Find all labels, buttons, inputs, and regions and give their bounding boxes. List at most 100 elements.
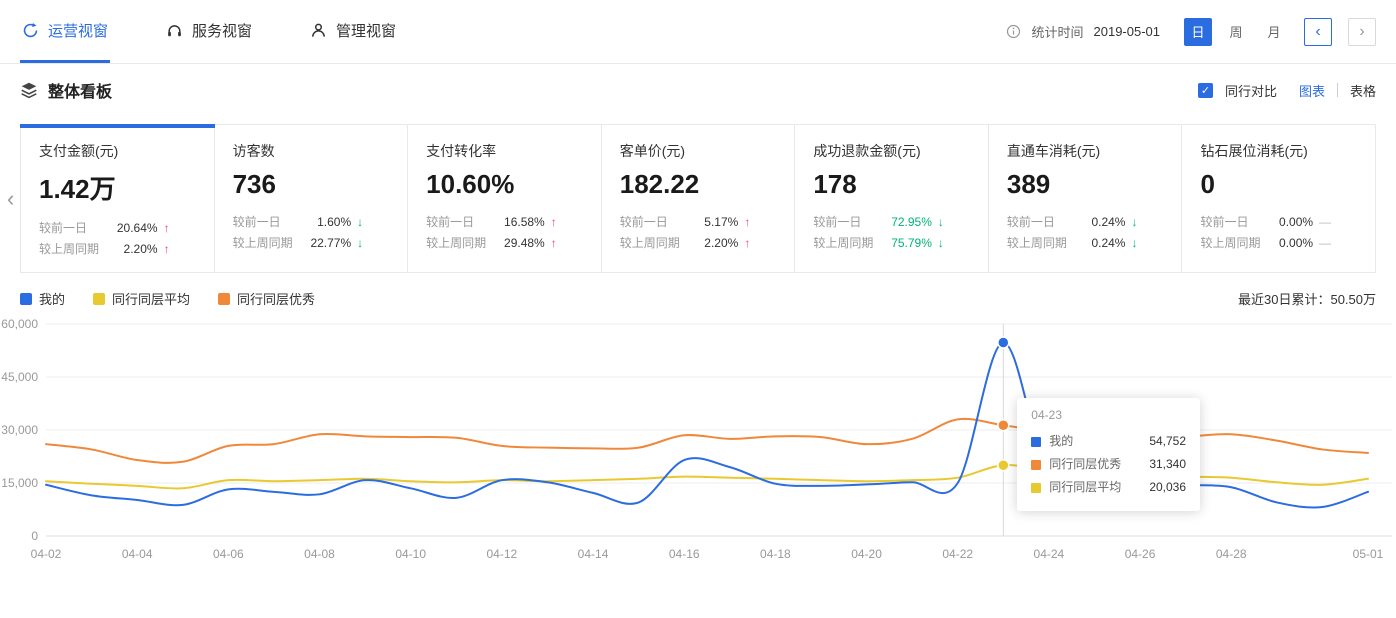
svg-text:04-08: 04-08: [304, 547, 335, 561]
trend-arrow-icon: —: [1319, 233, 1331, 254]
svg-text:0: 0: [31, 529, 38, 543]
kpi-title: 成功退款金额(元): [813, 141, 970, 161]
tab-label: 管理视窗: [336, 20, 396, 41]
trend-arrow-icon: —: [1319, 212, 1331, 233]
kpi-value: 182.22: [620, 169, 777, 200]
kpi-metric-row: 较上周同期 0.24%↓: [1007, 233, 1164, 254]
kpi-metric-row: 较上周同期 2.20%↑: [620, 233, 777, 254]
legend-item-peer-excellent[interactable]: 同行同层优秀: [218, 289, 315, 308]
svg-text:60,000: 60,000: [1, 317, 38, 331]
legend-label: 我的: [39, 289, 65, 308]
metric-value: 2.20%: [124, 239, 158, 260]
window-tabs: 运营视窗 服务视窗 管理视窗: [20, 0, 398, 63]
view-table-link[interactable]: 表格: [1350, 81, 1376, 100]
kpi-card-payment-conversion-rate[interactable]: 支付转化率 10.60% 较前一日 16.58%↑ 较上周同期 29.48%↑: [408, 125, 602, 272]
kpi-card-payment-amount[interactable]: 支付金额(元) 1.42万 较前一日 20.64% ↑ 较上周同期 2.20% ↑: [21, 125, 215, 272]
svg-text:04-04: 04-04: [122, 547, 153, 561]
metric-label: 较上周同期: [620, 233, 680, 254]
metric-value: 5.17%: [704, 212, 738, 233]
svg-text:04-12: 04-12: [487, 547, 518, 561]
kpi-card-avg-order-value[interactable]: 客单价(元) 182.22 较前一日 5.17% ↑ 较上周同期 2.20%↑: [602, 125, 796, 272]
svg-text:04-20: 04-20: [851, 547, 882, 561]
svg-text:45,000: 45,000: [1, 370, 38, 384]
trend-chart[interactable]: 015,00030,00045,00060,00004-0204-0404-06…: [0, 312, 1396, 566]
kpi-value: 389: [1007, 169, 1164, 200]
tab-management-window[interactable]: 管理视窗: [308, 0, 398, 63]
period-day-button[interactable]: 日: [1184, 18, 1212, 46]
svg-text:05-01: 05-01: [1353, 547, 1384, 561]
metric-value: 22.77%: [310, 233, 351, 254]
kpi-metric-row: 较前一日 0.24% ↓: [1007, 212, 1164, 233]
kpi-card-visitor-count[interactable]: 访客数 736 较前一日 1.60%↓ 较上周同期 22.77%↓: [215, 125, 409, 272]
kpi-title: 客单价(元): [620, 141, 777, 161]
legend-item-peer-average[interactable]: 同行同层平均: [93, 289, 190, 308]
series-swatch: [218, 293, 230, 305]
prev-date-button[interactable]: ‹: [1304, 18, 1332, 46]
svg-text:04-18: 04-18: [760, 547, 791, 561]
view-chart-link[interactable]: 图表: [1299, 81, 1325, 100]
trend-arrow-icon: ↓: [1131, 212, 1137, 233]
kpi-title: 直通车消耗(元): [1007, 141, 1164, 161]
kpi-card-refund-amount[interactable]: 成功退款金额(元) 178 较前一日 72.95%↓ 较上周同期 75.79%↓: [795, 125, 989, 272]
peer-compare-checkbox[interactable]: ✓: [1198, 83, 1213, 98]
metric-value: 0.24%: [1091, 212, 1125, 233]
kpi-card-diamond-booth-cost[interactable]: 钻石展位消耗(元) 0 较前一日 0.00%— 较上周同期 0.00%—: [1182, 125, 1375, 272]
trend-chart-canvas[interactable]: 015,00030,00045,00060,00004-0204-0404-06…: [0, 312, 1396, 566]
cards-scroll-prev-button[interactable]: ‹: [3, 184, 18, 214]
stat-time-label: 统计时间: [1031, 22, 1083, 41]
next-date-button[interactable]: ›: [1348, 18, 1376, 46]
info-icon[interactable]: [1006, 24, 1021, 39]
svg-text:30,000: 30,000: [1, 423, 38, 437]
kpi-metric-row: 较上周同期 22.77%↓: [233, 233, 390, 254]
kpi-metric-row: 较前一日 72.95%↓: [813, 212, 970, 233]
headset-icon: [166, 22, 183, 39]
metric-value: 72.95%: [891, 212, 932, 233]
metric-label: 较上周同期: [233, 233, 293, 254]
tab-service-window[interactable]: 服务视窗: [164, 0, 254, 63]
metric-label: 较前一日: [1007, 212, 1055, 233]
svg-text:04-24: 04-24: [1034, 547, 1065, 561]
kpi-metric-row: 较前一日 1.60%↓: [233, 212, 390, 233]
section-header: 整体看板 ✓ 同行对比 图表 表格: [0, 64, 1396, 116]
kpi-title: 支付金额(元): [39, 141, 196, 161]
trend-arrow-icon: ↑: [164, 218, 170, 239]
kpi-metric-row: 较前一日 0.00% —: [1200, 212, 1357, 233]
metric-label: 较前一日: [426, 212, 474, 233]
legend-item-mine[interactable]: 我的: [20, 289, 65, 308]
trend-arrow-icon: ↓: [357, 212, 363, 233]
svg-text:04-26: 04-26: [1125, 547, 1156, 561]
metric-value: 0.00%: [1279, 212, 1313, 233]
person-icon: [310, 22, 327, 39]
metric-label: 较上周同期: [426, 233, 486, 254]
metric-value: 1.60%: [317, 212, 351, 233]
peer-compare-label: 同行对比: [1225, 81, 1277, 100]
trend-arrow-icon: ↓: [938, 233, 944, 254]
kpi-card-through-train-cost[interactable]: 直通车消耗(元) 389 较前一日 0.24% ↓ 较上周同期 0.24%↓: [989, 125, 1183, 272]
metric-label: 较上周同期: [1200, 233, 1260, 254]
metric-label: 较上周同期: [39, 239, 99, 260]
kpi-cards-row: 支付金额(元) 1.42万 较前一日 20.64%↑ 较上周同期 2.20%↑ …: [20, 124, 1376, 273]
period-week-button[interactable]: 周: [1222, 18, 1250, 46]
trend-arrow-icon: ↑: [744, 233, 750, 254]
metric-label: 较上周同期: [813, 233, 873, 254]
series-swatch: [20, 293, 32, 305]
chart-legend: 我的 同行同层平均 同行同层优秀: [20, 289, 315, 308]
metric-label: 较前一日: [1200, 212, 1248, 233]
kpi-title: 支付转化率: [426, 141, 583, 161]
chart-legend-row: 我的 同行同层平均 同行同层优秀 最近30日累计：50.50万: [20, 289, 1376, 308]
kpi-metric-row: 较上周同期 75.79%↓: [813, 233, 970, 254]
metric-value: 20.64%: [117, 218, 158, 239]
metric-value: 0.00%: [1279, 233, 1313, 254]
trend-arrow-icon: ↓: [1131, 233, 1137, 254]
metric-label: 较前一日: [39, 218, 87, 239]
top-nav-bar: 运营视窗 服务视窗 管理视窗: [0, 0, 1396, 64]
kpi-value: 1.42万: [39, 169, 196, 206]
trend-arrow-icon: ↑: [551, 212, 557, 233]
trend-arrow-icon: ↑: [164, 239, 170, 260]
view-toggle-divider: [1337, 83, 1338, 97]
metric-value: 16.58%: [504, 212, 545, 233]
legend-label: 同行同层优秀: [237, 289, 315, 308]
period-month-button[interactable]: 月: [1260, 18, 1288, 46]
metric-label: 较前一日: [620, 212, 668, 233]
tab-operations-window[interactable]: 运营视窗: [20, 0, 110, 63]
